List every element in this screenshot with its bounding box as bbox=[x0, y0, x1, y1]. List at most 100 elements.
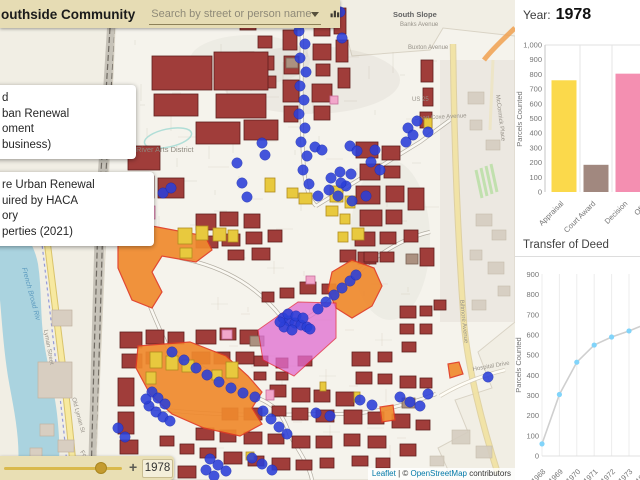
map-marker[interactable] bbox=[275, 317, 285, 327]
parcel[interactable] bbox=[262, 292, 274, 302]
parcel[interactable] bbox=[316, 436, 332, 448]
parcel[interactable] bbox=[313, 44, 331, 60]
map-marker[interactable] bbox=[304, 179, 314, 189]
map-marker[interactable] bbox=[370, 145, 380, 155]
map-marker[interactable] bbox=[337, 33, 347, 43]
parcel[interactable] bbox=[292, 388, 310, 402]
map-marker[interactable] bbox=[258, 406, 268, 416]
parcel[interactable] bbox=[216, 94, 266, 118]
parcel[interactable] bbox=[364, 252, 378, 262]
map-marker[interactable] bbox=[298, 165, 308, 175]
map-marker[interactable] bbox=[298, 313, 308, 323]
map-marker[interactable] bbox=[141, 394, 151, 404]
map-marker[interactable] bbox=[120, 432, 130, 442]
parcel[interactable] bbox=[420, 324, 432, 334]
map-marker[interactable] bbox=[232, 158, 242, 168]
parcel[interactable] bbox=[299, 193, 312, 204]
map-marker[interactable] bbox=[160, 399, 170, 409]
parcel[interactable] bbox=[276, 372, 288, 380]
map-marker[interactable] bbox=[242, 192, 252, 202]
parcel[interactable] bbox=[306, 276, 315, 284]
map-marker[interactable] bbox=[214, 377, 224, 387]
parcel[interactable] bbox=[352, 352, 370, 366]
parcel[interactable] bbox=[196, 122, 240, 144]
parcel[interactable] bbox=[280, 288, 294, 298]
parcel[interactable] bbox=[222, 330, 232, 339]
legend-item[interactable]: re Urban Renewal bbox=[0, 178, 144, 194]
parcel[interactable] bbox=[384, 166, 400, 178]
map-marker[interactable] bbox=[282, 429, 292, 439]
map-marker[interactable] bbox=[415, 401, 425, 411]
parcel[interactable] bbox=[386, 210, 402, 224]
parcel[interactable] bbox=[380, 252, 394, 262]
parcel[interactable] bbox=[378, 374, 392, 384]
map-marker[interactable] bbox=[311, 408, 321, 418]
legend-item[interactable]: ory bbox=[0, 209, 144, 225]
parcel[interactable] bbox=[214, 52, 268, 90]
parcel[interactable] bbox=[352, 228, 364, 240]
map-marker[interactable] bbox=[326, 173, 336, 183]
legend-item[interactable]: perties (2021) bbox=[0, 225, 144, 241]
map-marker[interactable] bbox=[301, 67, 311, 77]
parcel[interactable] bbox=[213, 228, 226, 241]
parcel[interactable] bbox=[360, 210, 382, 226]
map-marker[interactable] bbox=[247, 453, 257, 463]
map-marker[interactable] bbox=[395, 392, 405, 402]
parcel[interactable] bbox=[228, 250, 244, 260]
legend-item[interactable]: d bbox=[0, 91, 126, 107]
parcel[interactable] bbox=[314, 390, 330, 402]
map-marker[interactable] bbox=[238, 388, 248, 398]
map-marker[interactable] bbox=[325, 411, 335, 421]
map-marker[interactable] bbox=[179, 355, 189, 365]
map-marker[interactable] bbox=[167, 347, 177, 357]
parcel[interactable] bbox=[258, 36, 272, 48]
parcel[interactable] bbox=[314, 106, 330, 120]
map-marker[interactable] bbox=[313, 191, 323, 201]
map-marker[interactable] bbox=[266, 414, 276, 424]
parcel[interactable] bbox=[356, 372, 372, 384]
parcel[interactable] bbox=[400, 306, 416, 318]
legend-item[interactable]: oment bbox=[0, 122, 126, 138]
map-marker[interactable] bbox=[405, 397, 415, 407]
parcel[interactable] bbox=[244, 432, 262, 444]
parcel[interactable] bbox=[408, 188, 424, 210]
parcel[interactable] bbox=[196, 330, 216, 344]
map-marker[interactable] bbox=[300, 123, 310, 133]
parcel[interactable] bbox=[326, 206, 338, 216]
map-marker[interactable] bbox=[329, 290, 339, 300]
map-marker[interactable] bbox=[191, 363, 201, 373]
map-marker[interactable] bbox=[321, 297, 331, 307]
map-marker[interactable] bbox=[209, 471, 219, 480]
map-marker[interactable] bbox=[313, 304, 323, 314]
map-marker[interactable] bbox=[295, 81, 305, 91]
parcel[interactable] bbox=[228, 230, 238, 242]
map-marker[interactable] bbox=[295, 53, 305, 63]
parcel[interactable] bbox=[421, 60, 433, 82]
parcel[interactable] bbox=[178, 466, 196, 478]
parcel[interactable] bbox=[316, 64, 330, 76]
parcel[interactable] bbox=[376, 458, 390, 468]
parcel[interactable] bbox=[340, 214, 350, 224]
map-marker[interactable] bbox=[257, 459, 267, 469]
parcel[interactable] bbox=[180, 248, 192, 258]
parcel[interactable] bbox=[254, 372, 266, 380]
map-marker[interactable] bbox=[267, 465, 277, 475]
parcel[interactable] bbox=[244, 120, 278, 140]
parcel[interactable] bbox=[266, 390, 274, 400]
parcel[interactable] bbox=[226, 362, 238, 378]
parcel[interactable] bbox=[402, 342, 416, 352]
map-marker[interactable] bbox=[294, 109, 304, 119]
parcel[interactable] bbox=[368, 436, 386, 448]
parcel[interactable] bbox=[246, 232, 262, 244]
map-marker[interactable] bbox=[274, 422, 284, 432]
parcel[interactable] bbox=[400, 376, 416, 388]
parcel[interactable] bbox=[166, 356, 178, 370]
map-marker[interactable] bbox=[367, 400, 377, 410]
parcel[interactable] bbox=[224, 452, 242, 464]
parcel[interactable] bbox=[352, 456, 368, 466]
parcel[interactable] bbox=[236, 352, 254, 364]
parcel[interactable] bbox=[268, 434, 284, 444]
parcel[interactable] bbox=[312, 84, 332, 102]
map-marker[interactable] bbox=[226, 383, 236, 393]
map-marker[interactable] bbox=[346, 169, 356, 179]
